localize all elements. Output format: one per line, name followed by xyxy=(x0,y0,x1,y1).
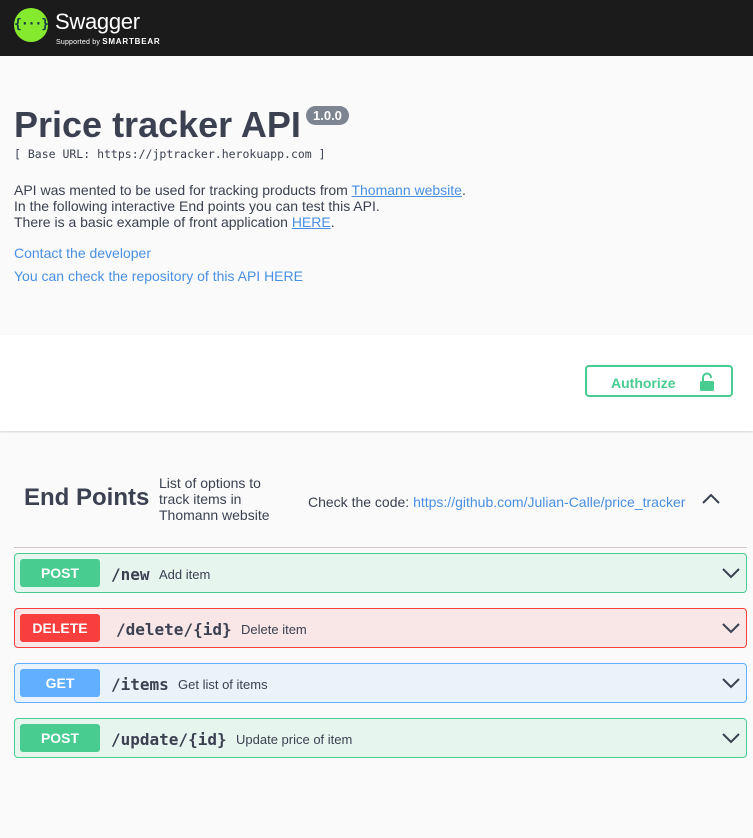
operation-summary: Add item xyxy=(159,567,211,582)
operation-get-items[interactable]: GET /items Get list of items xyxy=(14,663,747,703)
repository-link[interactable]: You can check the repository of this API… xyxy=(14,268,303,284)
tag-title[interactable]: End Points xyxy=(24,484,149,512)
brand-sub-prefix: Supported by xyxy=(56,39,101,46)
chevron-down-icon[interactable] xyxy=(721,676,741,690)
operation-path: /new xyxy=(111,565,150,584)
tag-code-prefix: Check the code: xyxy=(308,494,414,510)
api-description: API was mented to be used for tracking p… xyxy=(14,182,466,230)
method-badge-delete: DELETE xyxy=(20,614,100,642)
chevron-down-icon[interactable] xyxy=(721,621,741,635)
method-badge-post: POST xyxy=(20,724,100,752)
description-end-1: . xyxy=(461,182,466,198)
authorize-label: Authorize xyxy=(611,375,676,391)
thomann-website-link[interactable]: Thomann website xyxy=(351,182,462,198)
brand-subtitle: Supported by SMARTBEAR xyxy=(56,37,161,46)
operation-post-new[interactable]: POST /new Add item xyxy=(14,553,747,593)
authorize-button[interactable]: Authorize xyxy=(585,365,733,397)
operation-path: /update/{id} xyxy=(111,730,227,749)
tag-code-note: Check the code: https://github.com/Julia… xyxy=(308,494,685,510)
version-badge: 1.0.0 xyxy=(306,106,349,125)
method-badge-get: GET xyxy=(20,669,100,697)
operation-post-update[interactable]: POST /update/{id} Update price of item xyxy=(14,718,747,758)
operation-path: /items xyxy=(111,675,169,694)
api-title: Price tracker API xyxy=(14,104,301,145)
description-text-1: API was mented to be used for tracking p… xyxy=(14,182,352,198)
contact-developer-link[interactable]: Contact the developer xyxy=(14,245,151,261)
description-line-3: There is a basic example of front applic… xyxy=(14,214,466,230)
description-line-1: API was mented to be used for tracking p… xyxy=(14,182,466,198)
github-link[interactable]: https://github.com/Julian-Calle/price_tr… xyxy=(413,494,685,510)
logo-glyph: {···} xyxy=(14,17,49,32)
swagger-logo-icon[interactable]: {···} xyxy=(14,8,49,42)
operation-summary: Update price of item xyxy=(236,732,353,747)
description-line-2: In the following interactive End points … xyxy=(14,198,380,214)
topbar: {···} Swagger Supported by SMARTBEAR xyxy=(0,0,753,56)
front-app-link[interactable]: HERE xyxy=(292,214,331,230)
method-badge-post: POST xyxy=(20,559,100,587)
tag-divider xyxy=(14,547,747,548)
brand-name[interactable]: Swagger xyxy=(55,9,140,35)
unlock-icon xyxy=(700,372,714,391)
tag-description: List of options to track items in Thoman… xyxy=(159,475,270,523)
scheme-container: Authorize xyxy=(0,335,753,431)
chevron-down-icon[interactable] xyxy=(721,566,741,580)
base-url: [ Base URL: https://jptracker.herokuapp.… xyxy=(14,147,326,161)
brand-sub-company: SMARTBEAR xyxy=(102,37,161,46)
chevron-up-icon[interactable] xyxy=(700,490,722,508)
operation-delete-item[interactable]: DELETE /delete/{id} Delete item xyxy=(14,608,747,648)
chevron-down-icon[interactable] xyxy=(721,731,741,745)
description-text-3: There is a basic example of front applic… xyxy=(14,214,292,230)
operation-summary: Delete item xyxy=(241,622,307,637)
description-end-3: . xyxy=(330,214,335,230)
operation-summary: Get list of items xyxy=(178,677,268,692)
operation-path: /delete/{id} xyxy=(116,620,232,639)
